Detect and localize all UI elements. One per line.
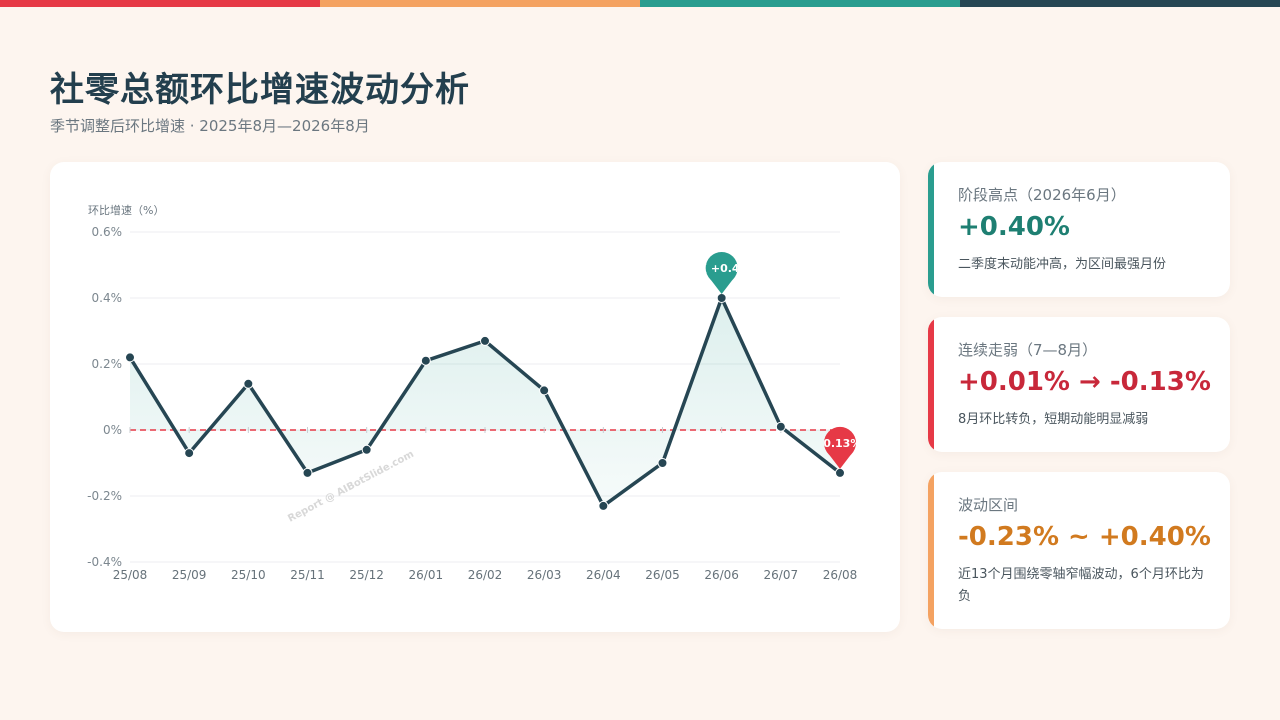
card-weakening-desc: 8月环比转负，短期动能明显减弱	[958, 412, 1149, 427]
data-point	[125, 352, 135, 363]
page-title: 社零总额环比增速波动分析	[50, 70, 470, 110]
y-tick-label: 0.4%	[92, 291, 123, 305]
card-peak-stripe	[928, 162, 934, 297]
card-weakening-label: 连续走弱（7—8月）	[958, 341, 1098, 359]
x-tick-label: 25/09	[172, 568, 207, 582]
card-range-desc: 近13个月围绕零轴窄幅波动，6个月环比为负	[958, 567, 1204, 604]
top-bar-segment-red	[0, 0, 320, 7]
x-tick-label: 26/08	[823, 568, 858, 582]
x-tick-label: 25/10	[231, 568, 266, 582]
x-tick-label: 26/05	[645, 568, 680, 582]
area-fill	[130, 298, 840, 506]
card-peak: 阶段高点（2026年6月） +0.40% 二季度末动能冲高，为区间最强月份	[928, 162, 1230, 297]
data-point	[184, 448, 195, 459]
top-bar-segment-teal	[640, 0, 960, 7]
y-tick-label: 0.2%	[92, 357, 123, 371]
top-bar-segment-navy	[960, 0, 1280, 7]
x-tick-label: 25/08	[113, 568, 148, 582]
y-tick-label: -0.4%	[87, 555, 122, 569]
y-tick-label: 0%	[103, 423, 122, 437]
x-tick-label: 26/03	[527, 568, 562, 582]
x-tick-label: 25/11	[290, 568, 325, 582]
y-tick-label: -0.2%	[87, 489, 122, 503]
data-point	[598, 500, 609, 511]
card-range: 波动区间 -0.23% ~ +0.40% 近13个月围绕零轴窄幅波动，6个月环比…	[928, 472, 1230, 629]
annotation-label: 高点 +0.40%	[685, 261, 758, 275]
line-chart: 环比增速（%） 0.6% 0.4% 0.2% 0% -0.2% -0.4%25/08 25/0…	[87, 203, 862, 582]
data-point	[835, 467, 845, 478]
card-weakening-stripe	[928, 317, 934, 452]
card-peak-desc: 二季度末动能冲高，为区间最强月份	[958, 257, 1167, 272]
annotation-label: -0.13%	[819, 437, 862, 450]
x-tick-label: 26/04	[586, 568, 621, 582]
top-bar-segment-orange	[320, 0, 640, 7]
data-point	[539, 385, 550, 396]
y-axis-label: 环比增速（%）	[88, 203, 164, 217]
x-tick-label: 26/01	[409, 568, 444, 582]
data-point	[716, 293, 727, 303]
data-point	[657, 458, 668, 468]
data-point	[361, 444, 372, 455]
y-tick-label: 0.6%	[92, 225, 123, 239]
card-weakening: 连续走弱（7—8月） +0.01% → -0.13% 8月环比转负，短期动能明显…	[928, 317, 1230, 452]
card-range-value: -0.23% ~ +0.40%	[958, 522, 1211, 552]
data-point	[302, 467, 313, 478]
data-point	[420, 355, 431, 366]
data-point	[775, 421, 786, 432]
data-point	[480, 335, 490, 346]
card-peak-label: 阶段高点（2026年6月）	[958, 186, 1126, 204]
page-subtitle: 季节调整后环比增速 · 2025年8月—2026年8月	[50, 117, 370, 135]
card-weakening-value: +0.01% → -0.13%	[958, 367, 1211, 397]
card-range-label: 波动区间	[958, 496, 1019, 514]
data-point	[243, 378, 254, 389]
x-tick-label: 26/07	[764, 568, 799, 582]
x-tick-label: 26/02	[468, 568, 503, 582]
card-range-stripe	[928, 472, 934, 629]
card-peak-value: +0.40%	[958, 212, 1070, 242]
x-tick-label: 25/12	[349, 568, 384, 582]
x-tick-label: 26/06	[704, 568, 739, 582]
chart-card: 环比增速（%） 0.6% 0.4% 0.2% 0% -0.2% -0.4% 25/08 25/0…	[50, 162, 900, 632]
top-color-bar	[0, 0, 1280, 7]
